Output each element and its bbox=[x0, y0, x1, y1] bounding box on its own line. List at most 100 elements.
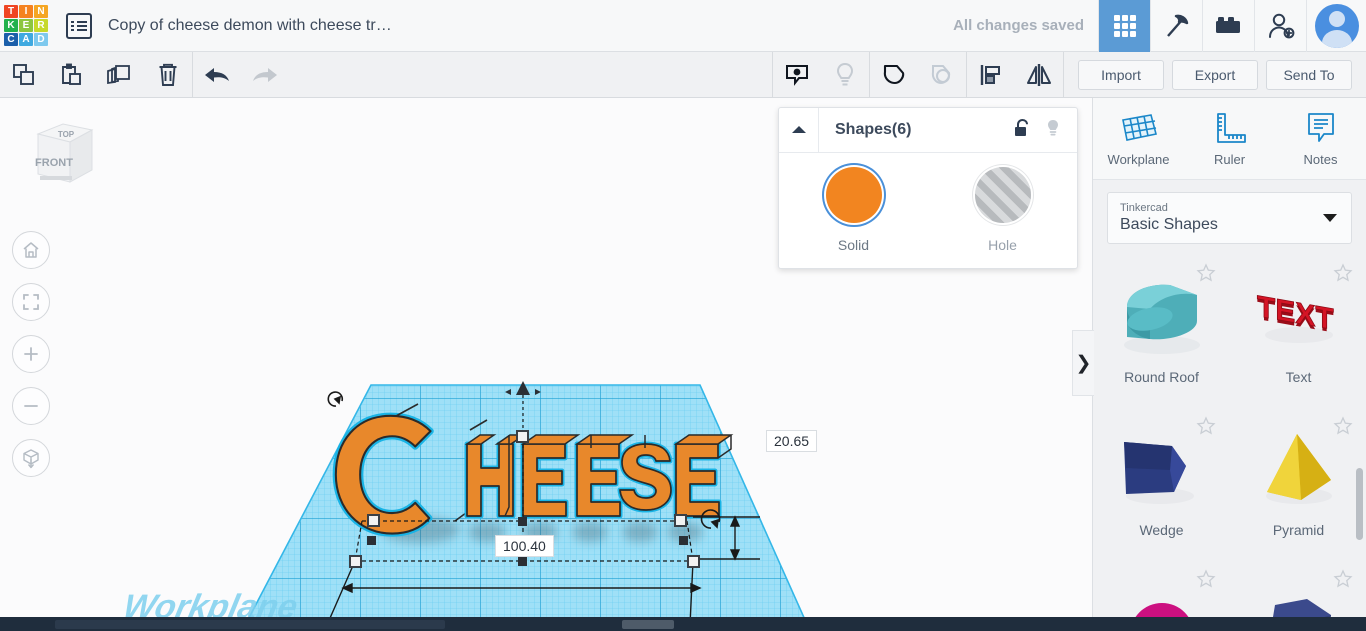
wedge-art bbox=[1112, 422, 1212, 518]
solid-swatch bbox=[826, 167, 882, 223]
library-dropdown-sublabel: Tinkercad bbox=[1120, 202, 1339, 214]
mirror-flip-icon[interactable] bbox=[1015, 52, 1063, 98]
shape-round-roof[interactable]: Round Roof bbox=[1093, 251, 1230, 403]
workplane-tool[interactable]: Workplane bbox=[1093, 98, 1184, 179]
shape-hole-icon[interactable] bbox=[918, 52, 966, 98]
export-button[interactable]: Export bbox=[1172, 60, 1258, 90]
fit-to-view-button[interactable] bbox=[12, 283, 50, 321]
gallery-grid-icon[interactable] bbox=[1098, 0, 1150, 52]
hole-option[interactable]: Hole bbox=[928, 167, 1077, 253]
view-cube-top-label: TOP bbox=[58, 130, 75, 139]
shapes-panel-body: Solid Hole bbox=[779, 153, 1077, 253]
ruler-tool[interactable]: Ruler bbox=[1184, 98, 1275, 179]
center-handle-bottom[interactable] bbox=[518, 557, 527, 566]
tinkercad-app: TINKERCAD Copy of cheese demon with chee… bbox=[0, 0, 1366, 631]
notes-icon bbox=[1303, 110, 1339, 146]
ruler-tool-label: Ruler bbox=[1214, 152, 1245, 167]
shape-dome[interactable] bbox=[1093, 557, 1230, 617]
shape-polygon[interactable] bbox=[1230, 557, 1366, 617]
workplane-watermark: Workplane bbox=[120, 588, 301, 617]
shapes-properties-panel: Shapes(6) Solid bbox=[778, 107, 1078, 269]
save-status: All changes saved bbox=[953, 17, 1084, 34]
solid-view-icon[interactable] bbox=[773, 52, 821, 98]
logo-tile-e-4: E bbox=[19, 19, 33, 32]
redo-icon[interactable] bbox=[241, 52, 289, 98]
send-to-button[interactable]: Send To bbox=[1266, 60, 1352, 90]
shape-pyramid[interactable]: Pyramid bbox=[1230, 404, 1366, 556]
workplane-icon bbox=[1118, 110, 1160, 146]
shapes-panel-icons bbox=[1014, 118, 1077, 143]
shapes-library-sidebar: Workplane Ruler bbox=[1092, 98, 1366, 617]
text-shape-art: TEXT TEXT bbox=[1249, 269, 1349, 365]
zoom-in-button[interactable] bbox=[12, 335, 50, 373]
center-handle-mid[interactable] bbox=[518, 517, 527, 526]
resize-handle-right[interactable] bbox=[674, 514, 687, 527]
lightbulb-icon[interactable] bbox=[1045, 118, 1061, 143]
logo-tile-i-1: I bbox=[19, 5, 33, 18]
ruler-icon bbox=[1211, 110, 1249, 146]
import-button[interactable]: Import bbox=[1078, 60, 1164, 90]
chevron-down-icon bbox=[1323, 214, 1337, 222]
invite-person-icon[interactable] bbox=[1254, 0, 1306, 52]
lightbulb-icon[interactable] bbox=[821, 52, 869, 98]
shape-blob-icon[interactable] bbox=[870, 52, 918, 98]
dimension-width-label[interactable]: 100.40 bbox=[495, 535, 554, 557]
perspective-toggle-button[interactable] bbox=[12, 439, 50, 477]
top-bar: TINKERCAD Copy of cheese demon with chee… bbox=[0, 0, 1366, 52]
copy-icon[interactable] bbox=[0, 52, 48, 98]
polygon-art bbox=[1249, 575, 1349, 617]
library-dropdown[interactable]: Tinkercad Basic Shapes bbox=[1107, 192, 1352, 244]
delete-trash-icon[interactable] bbox=[144, 52, 192, 98]
notes-tool-label: Notes bbox=[1304, 152, 1338, 167]
view-cube[interactable]: TOP FRONT bbox=[30, 116, 96, 184]
align-icon[interactable] bbox=[967, 52, 1015, 98]
resize-handle-bottom-right[interactable] bbox=[687, 555, 700, 568]
collapse-triangle-icon[interactable] bbox=[779, 108, 819, 152]
document-list-icon[interactable] bbox=[66, 13, 92, 39]
shape-wedge[interactable]: Wedge bbox=[1093, 404, 1230, 556]
zoom-out-button[interactable] bbox=[12, 387, 50, 425]
corner-handle-right[interactable] bbox=[679, 536, 688, 545]
pyramid-art bbox=[1249, 422, 1349, 518]
hole-label: Hole bbox=[988, 237, 1017, 253]
paste-icon[interactable] bbox=[48, 52, 96, 98]
sidebar-tools: Workplane Ruler bbox=[1093, 98, 1366, 180]
home-view-button[interactable] bbox=[12, 231, 50, 269]
shapes-panel-header: Shapes(6) bbox=[779, 108, 1077, 153]
resize-handle-bottom-left[interactable] bbox=[349, 555, 362, 568]
tinkercad-logo[interactable]: TINKERCAD bbox=[4, 5, 48, 47]
round-roof-label: Round Roof bbox=[1124, 369, 1199, 385]
undo-icon[interactable] bbox=[193, 52, 241, 98]
svg-text:TEXT: TEXT bbox=[1257, 290, 1334, 336]
toolbar-right-group: Import Export Send To bbox=[772, 52, 1366, 98]
logo-tile-n-2: N bbox=[34, 5, 48, 18]
corner-handle-left[interactable] bbox=[367, 536, 376, 545]
dome-art bbox=[1112, 575, 1212, 617]
shapes-panel-title: Shapes(6) bbox=[835, 121, 911, 139]
dimension-depth-label[interactable]: 20.65 bbox=[766, 430, 817, 452]
text-shape-label: Text bbox=[1286, 369, 1312, 385]
resize-handle-top[interactable] bbox=[516, 430, 529, 443]
toolbar-divider bbox=[1063, 52, 1064, 98]
unlock-icon[interactable] bbox=[1014, 118, 1031, 143]
logo-tile-a-7: A bbox=[19, 33, 33, 46]
round-roof-art bbox=[1112, 269, 1212, 365]
notes-tool[interactable]: Notes bbox=[1275, 98, 1366, 179]
horizontal-scrollbar-thumb-secondary[interactable] bbox=[622, 620, 674, 629]
wedge-label: Wedge bbox=[1139, 522, 1183, 538]
sidebar-scrollbar[interactable] bbox=[1356, 468, 1363, 540]
logo-tile-c-6: C bbox=[4, 33, 18, 46]
lego-brick-icon[interactable] bbox=[1202, 0, 1254, 52]
page-title: Copy of cheese demon with cheese tr… bbox=[108, 17, 392, 35]
view-cube-front-label: FRONT bbox=[35, 157, 73, 169]
duplicate-icon[interactable] bbox=[96, 52, 144, 98]
solid-option[interactable]: Solid bbox=[779, 167, 928, 253]
shape-text[interactable]: TEXT TEXT Text bbox=[1230, 251, 1366, 403]
horizontal-scrollbar-thumb[interactable] bbox=[55, 620, 445, 629]
library-dropdown-value: Basic Shapes bbox=[1120, 216, 1339, 234]
collapse-panel-tab[interactable]: ❯ bbox=[1072, 330, 1094, 396]
resize-handle-left[interactable] bbox=[367, 514, 380, 527]
workplane-tool-label: Workplane bbox=[1108, 152, 1170, 167]
pickaxe-icon[interactable] bbox=[1150, 0, 1202, 52]
avatar[interactable] bbox=[1306, 0, 1366, 52]
